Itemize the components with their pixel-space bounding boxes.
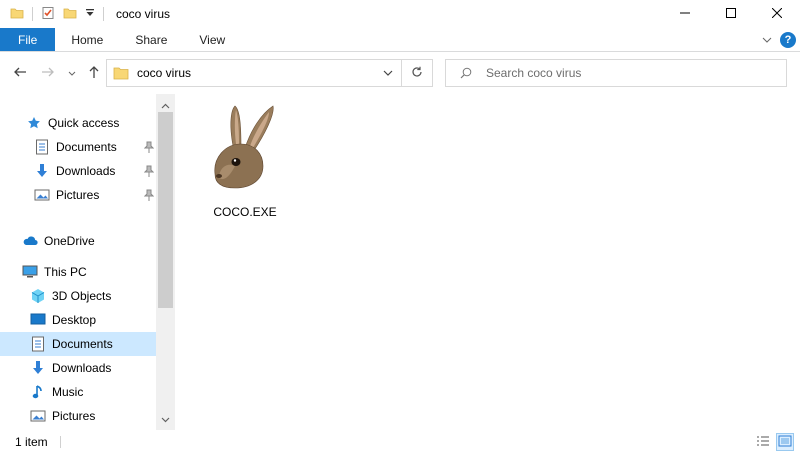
sidebar-item-label: OneDrive (44, 234, 95, 248)
expand-ribbon-icon[interactable] (762, 33, 772, 47)
new-folder-icon[interactable] (63, 6, 77, 23)
up-arrow-icon (88, 65, 100, 82)
pin-icon[interactable] (143, 141, 155, 156)
sidebar-item-documents[interactable]: Documents (0, 135, 156, 159)
help-icon[interactable]: ? (780, 32, 796, 48)
chevron-down-icon[interactable] (383, 69, 393, 77)
scroll-thumb[interactable] (158, 112, 173, 308)
window-controls (662, 0, 800, 28)
tab-home[interactable]: Home (55, 28, 119, 51)
status-bar: 1 item (0, 430, 800, 454)
back-arrow-icon (13, 66, 27, 81)
sidebar-item-this-pc[interactable]: This PC (0, 260, 156, 284)
sidebar-item-label: Music (52, 385, 84, 399)
ribbon-tabs: File Home Share View ? (0, 28, 800, 52)
minimize-icon (680, 7, 690, 21)
quick-access-toolbar (0, 6, 104, 23)
sidebar-item-label: Desktop (52, 313, 97, 327)
document-icon (34, 139, 50, 155)
sidebar-item-label: Documents (56, 140, 117, 154)
document-icon (30, 336, 46, 352)
tab-file[interactable]: File (0, 28, 56, 51)
download-arrow-icon (30, 360, 46, 376)
sidebar-item-desktop[interactable]: Desktop (0, 308, 156, 332)
item-count: 1 item (15, 435, 48, 449)
sidebar-item-label: This PC (44, 265, 87, 279)
properties-icon[interactable] (41, 6, 55, 23)
sidebar-item-downloads[interactable]: Downloads (0, 159, 156, 183)
pictures-icon (30, 408, 46, 424)
folder-icon[interactable] (10, 6, 24, 23)
download-arrow-icon (34, 163, 50, 179)
rabbit-icon (205, 104, 285, 197)
sidebar-item-quick-access[interactable]: Quick access (0, 111, 156, 135)
sidebar-item-downloads-pc[interactable]: Downloads (0, 356, 156, 380)
file-item[interactable]: COCO.EXE (205, 104, 285, 219)
status-divider (59, 436, 61, 448)
refresh-button[interactable] (402, 59, 433, 87)
cloud-icon (22, 233, 38, 249)
recent-locations-button[interactable] (64, 64, 80, 82)
sidebar-item-label: Pictures (52, 409, 96, 423)
pictures-icon (34, 187, 50, 203)
toolbar-divider (103, 7, 104, 21)
view-switcher (754, 433, 794, 451)
large-icons-view-button[interactable] (776, 433, 794, 451)
scroll-down-icon[interactable] (161, 412, 170, 426)
sidebar-item-pictures-pc[interactable]: Pictures (0, 404, 156, 428)
sidebar-item-music[interactable]: Music (0, 380, 156, 404)
desktop-icon (30, 312, 46, 328)
pin-icon[interactable] (143, 189, 155, 204)
minimize-button[interactable] (662, 0, 708, 28)
toolbar-divider (32, 7, 33, 21)
forward-arrow-icon (41, 66, 55, 81)
chevron-down-icon (68, 66, 76, 80)
sidebar-item-pictures[interactable]: Pictures (0, 183, 156, 207)
title-bar: coco virus (0, 0, 800, 28)
search-icon (460, 67, 472, 79)
sidebar-item-label: Documents (52, 337, 113, 351)
ribbon-right-controls: ? (762, 28, 796, 52)
details-view-button[interactable] (754, 433, 772, 451)
customize-dropdown-icon[interactable] (85, 7, 95, 22)
close-button[interactable] (754, 0, 800, 28)
maximize-icon (726, 7, 736, 21)
sidebar-item-documents-pc[interactable]: Documents (0, 332, 156, 356)
sidebar-item-label: 3D Objects (52, 289, 112, 303)
star-icon (26, 115, 42, 131)
window-title: coco virus (116, 7, 171, 21)
address-path: coco virus (137, 66, 192, 80)
search-placeholder: Search coco virus (486, 66, 582, 80)
navigation-pane: Quick access Documents Downloads Picture… (0, 94, 175, 430)
search-input[interactable]: Search coco virus (445, 59, 787, 87)
sidebar-item-onedrive[interactable]: OneDrive (0, 229, 156, 253)
tab-share[interactable]: Share (119, 28, 183, 51)
maximize-button[interactable] (708, 0, 754, 28)
computer-icon (22, 264, 38, 280)
sidebar-item-label: Downloads (56, 164, 116, 178)
sidebar-item-label: Downloads (52, 361, 112, 375)
sidebar-item-label: Quick access (48, 116, 120, 130)
large-icons-view-icon (778, 435, 792, 450)
up-button[interactable] (86, 64, 102, 82)
close-icon (771, 7, 783, 21)
folder-icon (113, 66, 129, 80)
details-view-icon (756, 435, 770, 450)
file-name: COCO.EXE (213, 205, 277, 219)
tab-view[interactable]: View (183, 28, 241, 51)
forward-button[interactable] (40, 64, 56, 82)
cube-icon (30, 288, 46, 304)
address-bar[interactable]: coco virus (106, 59, 402, 87)
scroll-up-icon[interactable] (161, 98, 170, 112)
address-row: coco virus Search coco virus (0, 52, 800, 94)
sidebar-item-label: Pictures (56, 188, 100, 202)
refresh-icon (411, 66, 423, 81)
sidebar-item-3d-objects[interactable]: 3D Objects (0, 284, 156, 308)
music-note-icon (30, 384, 46, 400)
file-list: COCO.EXE (175, 94, 800, 430)
nav-scrollbar[interactable] (156, 94, 175, 430)
pin-icon[interactable] (143, 165, 155, 180)
back-button[interactable] (12, 64, 28, 82)
